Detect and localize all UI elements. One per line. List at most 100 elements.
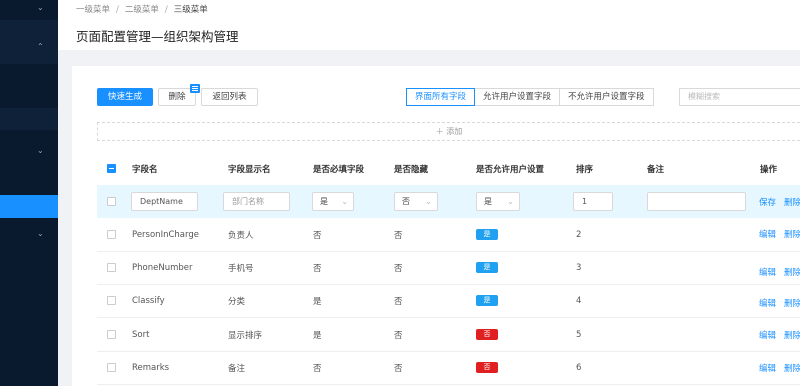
add-row-button[interactable]: ＋ 添加	[97, 122, 800, 141]
field-name-cell: PhoneNumber	[132, 262, 193, 273]
quick-generate-button[interactable]: 快速生成	[97, 88, 153, 106]
table-row-editing: DeptName 部门名称 是 ⌄ 否 ⌄ 是 ⌄ 1 保存 删除	[97, 185, 800, 218]
allow-user-badge: 否	[476, 362, 498, 373]
delete-link[interactable]: 删除	[784, 228, 800, 240]
hidden-select-value: 否	[402, 197, 410, 206]
required-select-value: 是	[320, 197, 328, 206]
chevron-down-icon[interactable]: ⌄	[37, 229, 44, 239]
edit-link[interactable]: 编辑	[759, 228, 776, 240]
field-name-cell: Sort	[132, 329, 150, 340]
display-name-cell: 手机号	[228, 263, 254, 274]
back-to-list-button[interactable]: 返回列表	[201, 88, 258, 106]
breadcrumb-level2[interactable]: 二级菜单	[125, 5, 159, 15]
chevron-down-icon[interactable]: ⌄	[37, 3, 44, 13]
sort-cell: 5	[576, 329, 582, 340]
row-checkbox[interactable]	[107, 296, 116, 305]
col-header-hidden: 是否隐藏	[394, 164, 429, 175]
page-header: 一级菜单 / 二级菜单 / 三级菜单 页面配置管理—组织架构管理	[58, 0, 800, 50]
sidebar: ⌄ ⌃ ⌄ ⌄	[0, 0, 58, 386]
edit-link[interactable]: 编辑	[759, 362, 776, 374]
col-header-remark: 备注	[647, 164, 665, 175]
delete-link[interactable]: 删除	[784, 362, 800, 374]
display-name-cell: 备注	[228, 363, 246, 374]
chevron-down-icon[interactable]: ⌄	[37, 146, 44, 156]
allow-user-select-value: 是	[484, 197, 492, 206]
filter-all-fields[interactable]: 界面所有字段	[406, 88, 476, 106]
search-input[interactable]: 模糊搜索	[679, 88, 800, 106]
field-name-cell: Classify	[132, 295, 165, 306]
breadcrumb-level3: 三级菜单	[173, 5, 208, 15]
field-name-cell: Remarks	[132, 362, 170, 373]
breadcrumb-separator: /	[164, 5, 168, 15]
chevron-up-icon[interactable]: ⌃	[37, 42, 44, 52]
required-cell: 是	[313, 296, 322, 307]
sidebar-section	[0, 20, 58, 64]
required-cell: 否	[313, 230, 322, 241]
allow-user-select[interactable]: 是 ⌄	[476, 192, 520, 211]
filter-user-settable-fields[interactable]: 允许用户设置字段	[474, 88, 561, 106]
hidden-cell: 否	[394, 330, 403, 341]
row-checkbox[interactable]	[107, 363, 116, 372]
sort-cell: 2	[576, 229, 582, 240]
sort-cell: 4	[576, 295, 582, 306]
field-filter-group: 界面所有字段 允许用户设置字段 不允许用户设置字段	[406, 88, 654, 106]
hidden-cell: 否	[394, 230, 403, 241]
hidden-select[interactable]: 否 ⌄	[394, 192, 438, 211]
list-icon	[190, 84, 200, 93]
allow-user-badge: 否	[476, 329, 498, 340]
required-cell: 否	[313, 263, 322, 274]
breadcrumb-level1[interactable]: 一级菜单	[76, 5, 110, 15]
chevron-down-icon: ⌄	[425, 197, 432, 206]
hidden-cell: 否	[394, 296, 403, 307]
display-name-cell: 负责人	[228, 230, 254, 241]
page-title: 页面配置管理—组织架构管理	[76, 29, 239, 44]
table-row: PhoneNumber 手机号 否 否 是 3 编辑 删除	[97, 251, 800, 285]
col-header-required: 是否必填字段	[313, 164, 365, 175]
field-name-input[interactable]: DeptName	[131, 192, 198, 211]
sort-input[interactable]: 1	[573, 192, 613, 211]
edit-link[interactable]: 编辑	[759, 329, 776, 341]
chevron-down-icon: ⌄	[341, 197, 348, 206]
table-row: PersonInCharge 负责人 否 否 是 2 编辑 删除	[97, 218, 800, 252]
row-checkbox[interactable]	[107, 263, 116, 272]
row-checkbox[interactable]	[107, 197, 116, 206]
field-name-cell: PersonInCharge	[132, 229, 199, 240]
required-cell: 否	[313, 363, 322, 374]
hidden-cell: 否	[394, 263, 403, 274]
sort-cell: 6	[576, 362, 582, 373]
required-cell: 是	[313, 330, 322, 341]
delete-link[interactable]: 删除	[784, 266, 800, 278]
row-checkbox[interactable]	[107, 330, 116, 339]
allow-user-badge: 是	[476, 262, 498, 273]
edit-link[interactable]: 编辑	[759, 266, 776, 278]
display-name-input[interactable]: 部门名称	[223, 192, 290, 211]
remark-input[interactable]	[647, 192, 746, 211]
delete-link[interactable]: 删除	[784, 329, 800, 341]
delete-link[interactable]: 删除	[784, 297, 800, 309]
breadcrumb-separator: /	[116, 5, 119, 15]
sort-cell: 3	[576, 262, 582, 273]
chevron-down-icon: ⌄	[507, 197, 514, 206]
breadcrumb: 一级菜单 / 二级菜单 / 三级菜单	[76, 3, 208, 15]
col-header-actions: 操作	[760, 164, 778, 175]
edit-link[interactable]: 编辑	[759, 297, 776, 309]
select-all-checkbox[interactable]	[107, 164, 116, 173]
delete-link[interactable]: 删除	[784, 196, 800, 208]
allow-user-badge: 是	[476, 229, 498, 240]
required-select[interactable]: 是 ⌄	[312, 192, 354, 211]
save-link[interactable]: 保存	[759, 196, 776, 208]
display-name-cell: 分类	[228, 296, 246, 307]
table-header: 字段名 字段显示名 是否必填字段 是否隐藏 是否允许用户设置 排序 备注 操作	[97, 152, 800, 185]
sidebar-section	[0, 108, 58, 130]
row-checkbox[interactable]	[107, 230, 116, 239]
table-row: Sort 显示排序 是 否 否 5 编辑 删除	[97, 318, 800, 352]
allow-user-badge: 是	[476, 295, 498, 306]
filter-non-user-settable-fields[interactable]: 不允许用户设置字段	[559, 88, 654, 106]
col-header-sort: 排序	[576, 164, 594, 175]
sidebar-item-active[interactable]	[0, 195, 58, 218]
col-header-field-name: 字段名	[132, 164, 158, 175]
display-name-cell: 显示排序	[228, 330, 263, 341]
hidden-cell: 否	[394, 363, 403, 374]
table-row: Classify 分类 是 否 是 4 编辑 删除	[97, 284, 800, 318]
col-header-allow-user: 是否允许用户设置	[476, 164, 545, 175]
